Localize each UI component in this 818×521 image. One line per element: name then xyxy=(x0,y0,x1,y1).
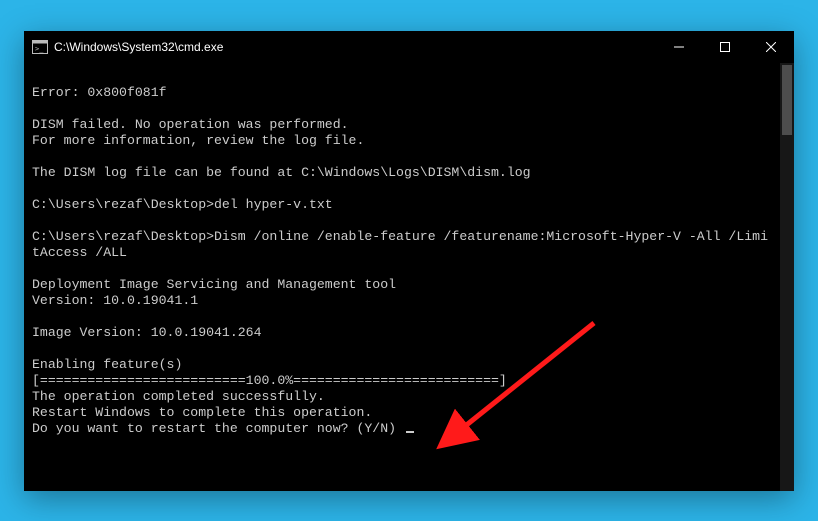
terminal-line: [==========================100.0%=======… xyxy=(32,373,772,389)
terminal-line: Deployment Image Servicing and Managemen… xyxy=(32,277,772,293)
terminal-line xyxy=(32,181,772,197)
terminal-line xyxy=(32,213,772,229)
text-cursor xyxy=(406,431,414,433)
terminal-line xyxy=(32,101,772,117)
terminal-line: Restart Windows to complete this operati… xyxy=(32,405,772,421)
terminal-line xyxy=(32,261,772,277)
terminal-line: The DISM log file can be found at C:\Win… xyxy=(32,165,772,181)
client-area: Error: 0x800f081f DISM failed. No operati… xyxy=(24,63,794,491)
terminal-line: C:\Users\rezaf\Desktop>del hyper-v.txt xyxy=(32,197,772,213)
terminal-line: Do you want to restart the computer now?… xyxy=(32,421,772,437)
maximize-icon xyxy=(720,42,730,52)
terminal-line: Image Version: 10.0.19041.264 xyxy=(32,325,772,341)
terminal-line: DISM failed. No operation was performed. xyxy=(32,117,772,133)
terminal-line: The operation completed successfully. xyxy=(32,389,772,405)
scrollbar-thumb[interactable] xyxy=(782,65,792,135)
terminal-line xyxy=(32,341,772,357)
terminal-line xyxy=(32,149,772,165)
terminal-line: C:\Users\rezaf\Desktop>Dism /online /ena… xyxy=(32,229,772,261)
cmd-icon: >_ xyxy=(32,39,48,55)
close-button[interactable] xyxy=(748,31,794,63)
svg-text:>_: >_ xyxy=(35,45,44,53)
window-title: C:\Windows\System32\cmd.exe xyxy=(54,40,223,54)
minimize-icon xyxy=(674,42,684,52)
maximize-button[interactable] xyxy=(702,31,748,63)
terminal-line: For more information, review the log fil… xyxy=(32,133,772,149)
terminal-line xyxy=(32,309,772,325)
vertical-scrollbar[interactable] xyxy=(780,63,794,491)
terminal-line: Enabling feature(s) xyxy=(32,357,772,373)
terminal-line: Error: 0x800f081f xyxy=(32,85,772,101)
terminal-line: Version: 10.0.19041.1 xyxy=(32,293,772,309)
titlebar[interactable]: >_ C:\Windows\System32\cmd.exe xyxy=(24,31,794,63)
terminal-output[interactable]: Error: 0x800f081f DISM failed. No operati… xyxy=(24,63,780,491)
terminal-line xyxy=(32,69,772,85)
minimize-button[interactable] xyxy=(656,31,702,63)
close-icon xyxy=(766,42,776,52)
cmd-window: >_ C:\Windows\System32\cmd.exe Error: 0x… xyxy=(24,31,794,491)
